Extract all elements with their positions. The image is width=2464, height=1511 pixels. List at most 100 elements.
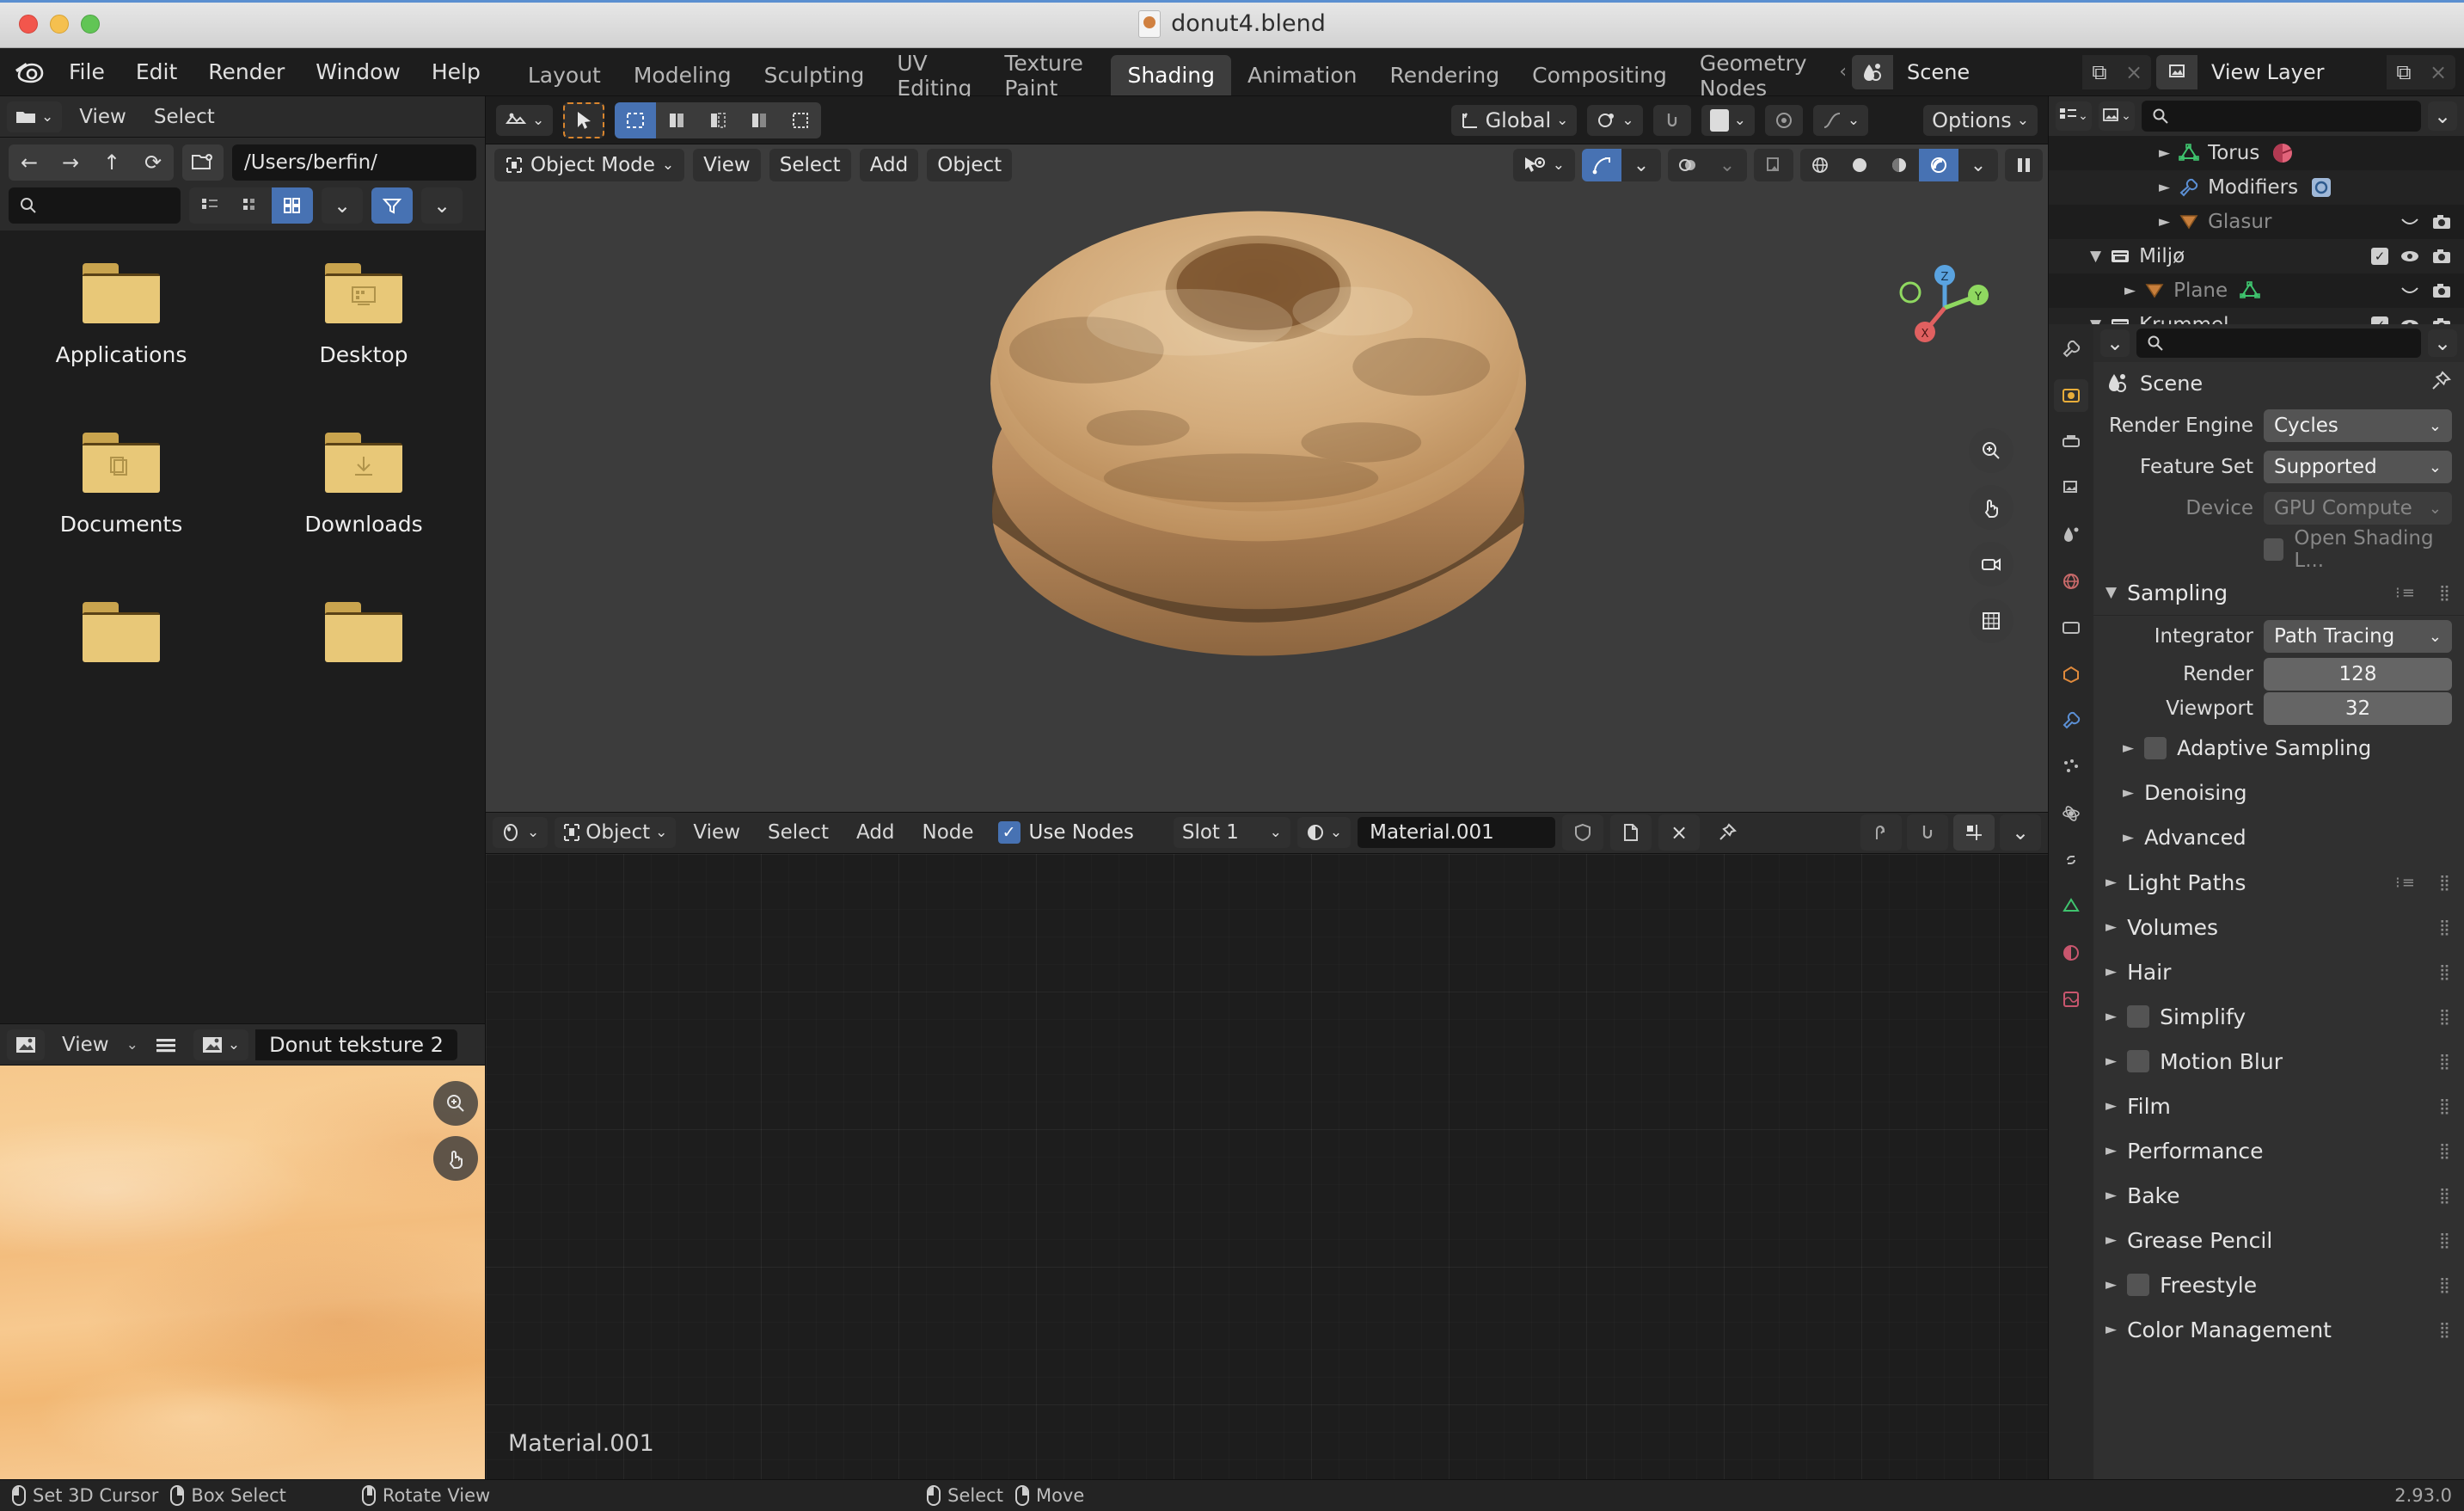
subpanel-denoising[interactable]: ► Denoising xyxy=(2093,771,2464,815)
blender-logo-icon[interactable] xyxy=(12,55,46,89)
use-nodes-toggle[interactable]: ✓ Use Nodes xyxy=(997,821,1134,844)
outliner-row-glasur[interactable]: ► Glasur xyxy=(2049,205,2464,239)
editor-type-icon[interactable]: ⌄ xyxy=(496,104,554,136)
falloff-icon[interactable]: ⌄ xyxy=(1812,104,1869,136)
camera-nav-icon[interactable] xyxy=(1969,542,2013,587)
xray-group[interactable] xyxy=(1754,149,1793,181)
properties-tab-tool[interactable] xyxy=(2054,333,2088,365)
snap-settings-icon[interactable] xyxy=(1953,814,1995,851)
eye-icon[interactable] xyxy=(2400,247,2420,266)
viewlayer-icon[interactable] xyxy=(2156,54,2197,89)
properties-panel-film[interactable]: ► Film ⣿ xyxy=(2093,1084,2464,1128)
proportional-icon[interactable] xyxy=(1764,104,1803,136)
filter-id-icon[interactable]: ⌄ xyxy=(2099,101,2135,131)
panel-drag-handle[interactable]: ⣿ xyxy=(2439,1276,2452,1294)
adaptive-sampling-checkbox[interactable] xyxy=(2144,737,2167,759)
viewport-samples-field[interactable]: 32 xyxy=(2264,692,2452,725)
snap-target-dropdown[interactable]: ⌄ xyxy=(1701,104,1755,136)
material-name-field[interactable]: Material.001 xyxy=(1358,817,1556,848)
expand-triangle-icon[interactable]: ► xyxy=(2105,918,2117,936)
properties-tab-scene[interactable] xyxy=(2054,519,2088,551)
shading-mode-group[interactable]: ⌄ xyxy=(1800,149,1998,181)
pin-icon[interactable] xyxy=(2430,370,2452,397)
cursor-tool-icon[interactable] xyxy=(563,101,605,138)
expand-triangle-icon[interactable]: ▼ xyxy=(2090,248,2101,265)
zoom-nav-icon[interactable] xyxy=(1969,428,2013,473)
node-canvas[interactable]: ▼ Texture Coordinate Generated Normal UV… xyxy=(486,853,2048,1479)
view-layer-name[interactable]: View Layer xyxy=(2197,54,2387,89)
outliner-row-toggles[interactable]: ✓ xyxy=(2371,316,2457,324)
panel-enable-checkbox[interactable] xyxy=(2127,1005,2150,1028)
properties-editor-type-icon[interactable]: ⌄ xyxy=(2100,329,2130,357)
panel-drag-handle[interactable]: ⣿ xyxy=(2439,963,2452,981)
overlays-icon[interactable] xyxy=(1668,149,1707,181)
shader-header-right-tools[interactable]: ⌄ xyxy=(1860,814,2041,851)
file-item-desktop[interactable]: Desktop xyxy=(242,263,485,433)
material-slot-dropdown[interactable]: Slot 1 ⌄ xyxy=(1173,817,1290,848)
feature-set-row[interactable]: Feature Set Supported ⌄ xyxy=(2093,446,2464,488)
preset-list-icon[interactable]: ⁝≡ xyxy=(2395,584,2417,602)
pan-nav-icon[interactable] xyxy=(1969,485,2013,530)
properties-tab-data[interactable] xyxy=(2054,890,2088,923)
scene-name[interactable]: Scene xyxy=(1893,54,2082,89)
display-detail-icon[interactable] xyxy=(230,187,272,224)
properties-tab-collection[interactable] xyxy=(2054,611,2088,644)
new-folder-icon[interactable] xyxy=(182,144,224,181)
expand-triangle-icon[interactable]: ► xyxy=(2105,874,2117,891)
outliner-search-input[interactable] xyxy=(2142,101,2421,132)
outliner-row-milj-[interactable]: ▼ Miljø ✓ xyxy=(2049,239,2464,273)
camera-icon[interactable] xyxy=(2431,212,2452,231)
outliner-enable-checkbox[interactable]: ✓ xyxy=(2371,248,2388,265)
menu-help[interactable]: Help xyxy=(416,54,496,89)
file-item-documents[interactable]: Documents xyxy=(0,433,242,602)
image-canvas[interactable] xyxy=(0,1066,485,1479)
properties-panel-light-paths[interactable]: ► Light Paths ⁝≡ ⣿ xyxy=(2093,860,2464,905)
panel-enable-checkbox[interactable] xyxy=(2127,1050,2150,1072)
shader-menu-select[interactable]: Select xyxy=(757,818,839,847)
panel-drag-handle[interactable]: ⣿ xyxy=(2439,1321,2452,1339)
expand-triangle-icon[interactable]: ► xyxy=(2123,784,2134,802)
eye-icon[interactable] xyxy=(2400,316,2420,324)
chevron-down-icon[interactable]: ⌄ xyxy=(126,1036,138,1053)
render-samples-field[interactable]: 128 xyxy=(2264,658,2452,691)
pause-icon[interactable] xyxy=(2005,149,2043,181)
camera-icon[interactable] xyxy=(2431,247,2452,266)
properties-panel-freestyle[interactable]: ► Freestyle ⣿ xyxy=(2093,1262,2464,1307)
properties-panel-simplify[interactable]: ► Simplify ⣿ xyxy=(2093,994,2464,1039)
properties-panel-bake[interactable]: ► Bake ⣿ xyxy=(2093,1173,2464,1218)
camera-icon[interactable] xyxy=(2431,316,2452,324)
nav-up-button[interactable]: ↑ xyxy=(91,144,132,181)
material-preview-icon[interactable] xyxy=(1879,149,1919,181)
nav-back-button[interactable]: ← xyxy=(9,144,50,181)
xray-icon[interactable] xyxy=(1754,149,1793,181)
file-browser-menu-select[interactable]: Select xyxy=(144,102,225,132)
outliner-row-plane[interactable]: ► Plane xyxy=(2049,273,2464,308)
curve-icon[interactable] xyxy=(2400,212,2420,231)
properties-tab-strip[interactable] xyxy=(2049,324,2093,1479)
nav-refresh-button[interactable]: ⟳ xyxy=(132,144,174,181)
panel-enable-checkbox[interactable] xyxy=(2127,1274,2150,1296)
properties-panel-motion-blur[interactable]: ► Motion Blur ⣿ xyxy=(2093,1039,2464,1084)
viewport-menu-select[interactable]: Select xyxy=(769,149,851,181)
shader-menu-node[interactable]: Node xyxy=(912,818,984,847)
viewport-options-dropdown[interactable]: Options ⌄ xyxy=(1923,104,2038,136)
expand-triangle-icon[interactable]: ► xyxy=(2105,1276,2117,1293)
properties-panel-volumes[interactable]: ► Volumes ⣿ xyxy=(2093,905,2464,949)
file-item-partial-1[interactable] xyxy=(0,602,242,771)
remove-view-layer-icon[interactable]: × xyxy=(2421,55,2455,89)
camera-icon[interactable] xyxy=(2431,281,2452,300)
properties-tab-object[interactable] xyxy=(2054,658,2088,691)
expand-triangle-icon[interactable]: ▼ xyxy=(2090,316,2101,324)
main-menu-bar[interactable]: File Edit Render Window Help xyxy=(53,54,496,89)
overlays-group[interactable]: ⌄ xyxy=(1668,149,1747,181)
properties-tab-view-layer[interactable] xyxy=(2054,472,2088,505)
view-layer-selector[interactable]: View Layer ⧉ × xyxy=(2156,54,2455,89)
expand-triangle-icon[interactable]: ► xyxy=(2159,144,2170,162)
outliner-tree[interactable]: ► Torus ► Modifiers ► Glasur ▼ Miljø ✓ ► Plane ▼ Kru… xyxy=(2049,136,2464,324)
expand-triangle-icon[interactable]: ▼ xyxy=(2105,584,2117,601)
hamburger-icon[interactable] xyxy=(145,1029,187,1060)
expand-triangle-icon[interactable]: ► xyxy=(2123,740,2134,757)
integrator-dropdown[interactable]: Path Tracing ⌄ xyxy=(2264,620,2452,653)
file-item-downloads[interactable]: Downloads xyxy=(242,433,485,602)
pivot-icon[interactable]: ⌄ xyxy=(1587,104,1643,136)
